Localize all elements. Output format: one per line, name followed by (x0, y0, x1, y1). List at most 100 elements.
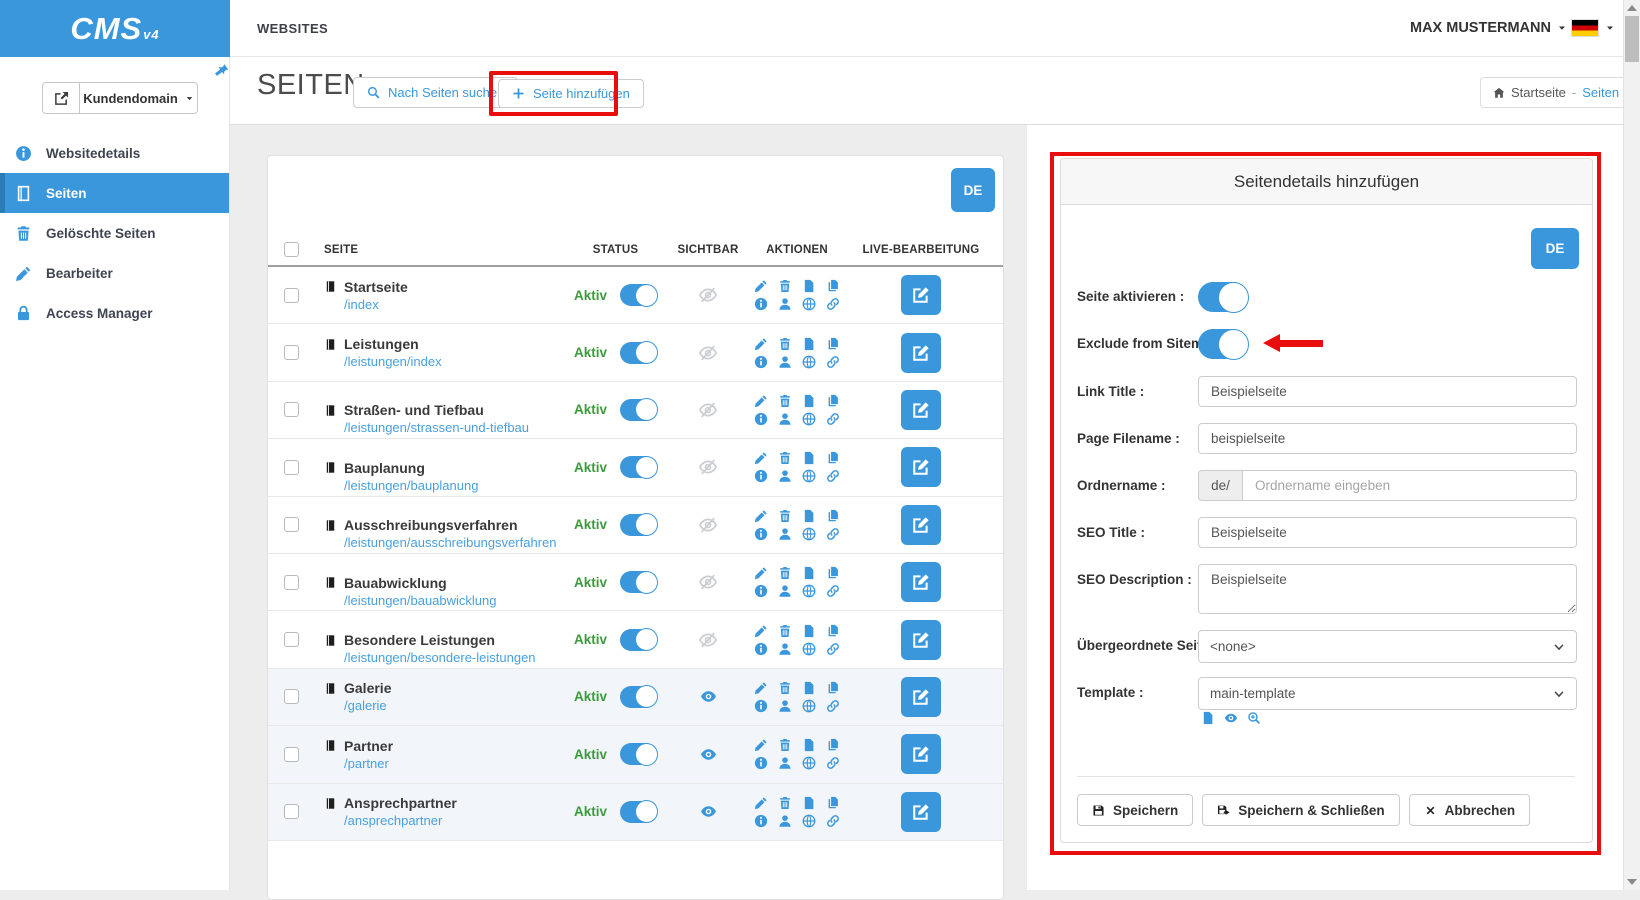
user-icon[interactable] (778, 584, 792, 598)
file-icon[interactable] (802, 681, 816, 695)
globe-icon[interactable] (802, 756, 816, 770)
globe-icon[interactable] (802, 412, 816, 426)
sidebar-item-websitedetails[interactable]: Websitedetails (0, 133, 229, 173)
user-icon[interactable] (778, 756, 792, 770)
eye-icon[interactable] (700, 803, 717, 820)
scroll-up-icon[interactable] (1627, 5, 1637, 11)
user-icon[interactable] (778, 412, 792, 426)
pencil-icon[interactable] (754, 451, 768, 465)
pencil-icon[interactable] (754, 394, 768, 408)
zoom-in-icon[interactable] (1247, 711, 1261, 725)
page-path-link[interactable]: /leistungen/bauabwicklung (344, 593, 558, 608)
live-edit-button[interactable] (901, 620, 941, 660)
info-icon[interactable] (754, 412, 768, 426)
file-icon[interactable] (802, 337, 816, 351)
copy-icon[interactable] (826, 681, 840, 695)
link-icon[interactable] (826, 412, 840, 426)
pencil-icon[interactable] (754, 509, 768, 523)
domain-selector[interactable]: Kundendomain (42, 82, 198, 114)
seo-description-textarea[interactable]: Beispielseite (1198, 564, 1577, 614)
row-checkbox[interactable] (284, 345, 299, 360)
ordnername-input[interactable] (1242, 470, 1577, 501)
info-icon[interactable] (754, 642, 768, 656)
trash-icon[interactable] (778, 681, 792, 695)
info-icon[interactable] (754, 699, 768, 713)
info-icon[interactable] (754, 355, 768, 369)
eye-icon[interactable] (1224, 711, 1238, 725)
user-menu[interactable]: MAX MUSTERMANN (1410, 20, 1567, 36)
trash-icon[interactable] (778, 509, 792, 523)
link-icon[interactable] (826, 642, 840, 656)
globe-icon[interactable] (802, 642, 816, 656)
speichern-schlie-en-button[interactable]: Speichern & Schließen (1202, 794, 1399, 826)
live-edit-button[interactable] (901, 734, 941, 774)
globe-icon[interactable] (802, 527, 816, 541)
page-path-link[interactable]: /leistungen/ausschreibungsverfahren (344, 535, 558, 550)
parent-page-select[interactable]: <none> (1198, 630, 1577, 663)
globe-icon[interactable] (802, 699, 816, 713)
file-icon[interactable] (802, 509, 816, 523)
eye-icon[interactable] (700, 688, 717, 705)
link-icon[interactable] (826, 814, 840, 828)
trash-icon[interactable] (778, 337, 792, 351)
user-icon[interactable] (778, 297, 792, 311)
link-icon[interactable] (826, 756, 840, 770)
row-checkbox[interactable] (284, 804, 299, 819)
trash-icon[interactable] (778, 394, 792, 408)
link-title-input[interactable] (1198, 376, 1577, 407)
pencil-icon[interactable] (754, 566, 768, 580)
trash-icon[interactable] (778, 738, 792, 752)
row-checkbox[interactable] (284, 517, 299, 532)
external-link-icon[interactable] (43, 83, 80, 113)
page-path-link[interactable]: /index (344, 297, 558, 312)
info-icon[interactable] (754, 527, 768, 541)
link-icon[interactable] (826, 584, 840, 598)
user-icon[interactable] (778, 814, 792, 828)
file-icon[interactable] (802, 394, 816, 408)
page-filename-input[interactable] (1198, 423, 1577, 454)
activate-page-toggle[interactable] (1198, 282, 1248, 312)
row-checkbox[interactable] (284, 402, 299, 417)
page-path-link[interactable]: /partner (344, 756, 558, 771)
pencil-icon[interactable] (754, 681, 768, 695)
table-language-badge[interactable]: DE (951, 168, 995, 212)
language-menu[interactable] (1572, 20, 1615, 36)
file-icon[interactable] (802, 796, 816, 810)
status-toggle[interactable] (620, 342, 657, 364)
page-path-link[interactable]: /leistungen/bauplanung (344, 478, 558, 493)
pin-icon[interactable] (213, 62, 230, 79)
page-scrollbar[interactable] (1623, 0, 1640, 890)
user-icon[interactable] (778, 642, 792, 656)
abbrechen-button[interactable]: Abbrechen (1409, 794, 1531, 826)
file-icon[interactable] (802, 738, 816, 752)
copy-icon[interactable] (826, 796, 840, 810)
user-icon[interactable] (778, 355, 792, 369)
link-icon[interactable] (826, 297, 840, 311)
copy-icon[interactable] (826, 451, 840, 465)
live-edit-button[interactable] (901, 677, 941, 717)
trash-icon[interactable] (778, 796, 792, 810)
globe-icon[interactable] (802, 469, 816, 483)
info-icon[interactable] (754, 814, 768, 828)
copy-icon[interactable] (826, 624, 840, 638)
live-edit-button[interactable] (901, 562, 941, 602)
page-path-link[interactable]: /leistungen/besondere-leistungen (344, 650, 558, 665)
scrollbar-thumb[interactable] (1625, 16, 1639, 62)
file-icon[interactable] (802, 624, 816, 638)
link-icon[interactable] (826, 527, 840, 541)
trash-icon[interactable] (778, 624, 792, 638)
live-edit-button[interactable] (901, 275, 941, 315)
sidebar-item-seiten[interactable]: Seiten (0, 173, 229, 213)
info-icon[interactable] (754, 297, 768, 311)
row-checkbox[interactable] (284, 689, 299, 704)
row-checkbox[interactable] (284, 288, 299, 303)
exclude-sitemap-toggle[interactable] (1198, 329, 1248, 359)
globe-icon[interactable] (802, 814, 816, 828)
globe-icon[interactable] (802, 355, 816, 369)
link-icon[interactable] (826, 355, 840, 369)
page-path-link[interactable]: /leistungen/strassen-und-tiefbau (344, 420, 558, 435)
copy-icon[interactable] (826, 394, 840, 408)
copy-icon[interactable] (826, 738, 840, 752)
user-icon[interactable] (778, 699, 792, 713)
file-icon[interactable] (802, 279, 816, 293)
